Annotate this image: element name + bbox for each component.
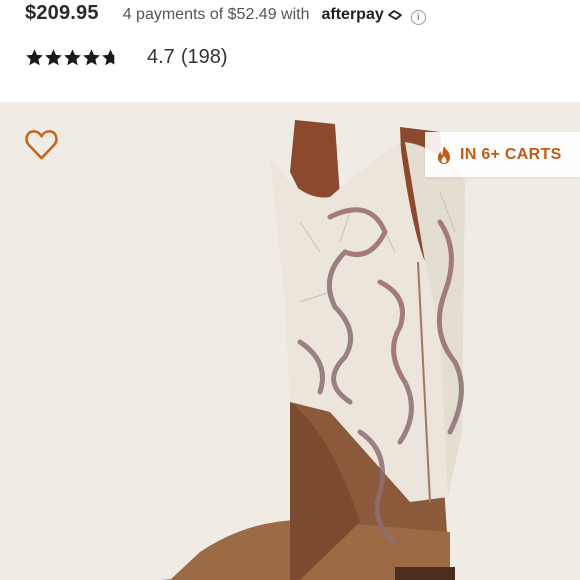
rating-row[interactable]: 4.7 (198) bbox=[25, 44, 228, 70]
flame-icon bbox=[438, 145, 450, 164]
star-icon bbox=[26, 48, 43, 65]
star-icon bbox=[45, 48, 62, 65]
price-row: $209.95 4 payments of $52.49 with afterp… bbox=[25, 2, 426, 28]
installments-text: 4 payments of $52.49 with bbox=[122, 6, 310, 23]
product-image-area[interactable]: IN 6+ CARTS bbox=[0, 102, 580, 580]
price-section: $209.95 4 payments of $52.49 with afterp… bbox=[0, 0, 580, 100]
star-icon bbox=[83, 48, 100, 65]
star-rating bbox=[25, 48, 120, 67]
afterpay-logo-icon bbox=[387, 10, 402, 20]
info-icon[interactable]: i bbox=[410, 10, 426, 25]
rating-value: 4.7 bbox=[147, 45, 175, 68]
carts-badge: IN 6+ CARTS bbox=[425, 132, 580, 177]
star-partial-icon bbox=[102, 48, 115, 65]
afterpay-link[interactable]: afterpay bbox=[321, 6, 402, 24]
price: $209.95 bbox=[25, 2, 99, 24]
carts-badge-text: IN 6+ CARTS bbox=[460, 145, 562, 163]
afterpay-label: afterpay bbox=[321, 6, 384, 23]
star-icon bbox=[64, 48, 81, 65]
heart-outline-icon[interactable] bbox=[24, 128, 59, 161]
review-count[interactable]: (198) bbox=[181, 46, 228, 69]
